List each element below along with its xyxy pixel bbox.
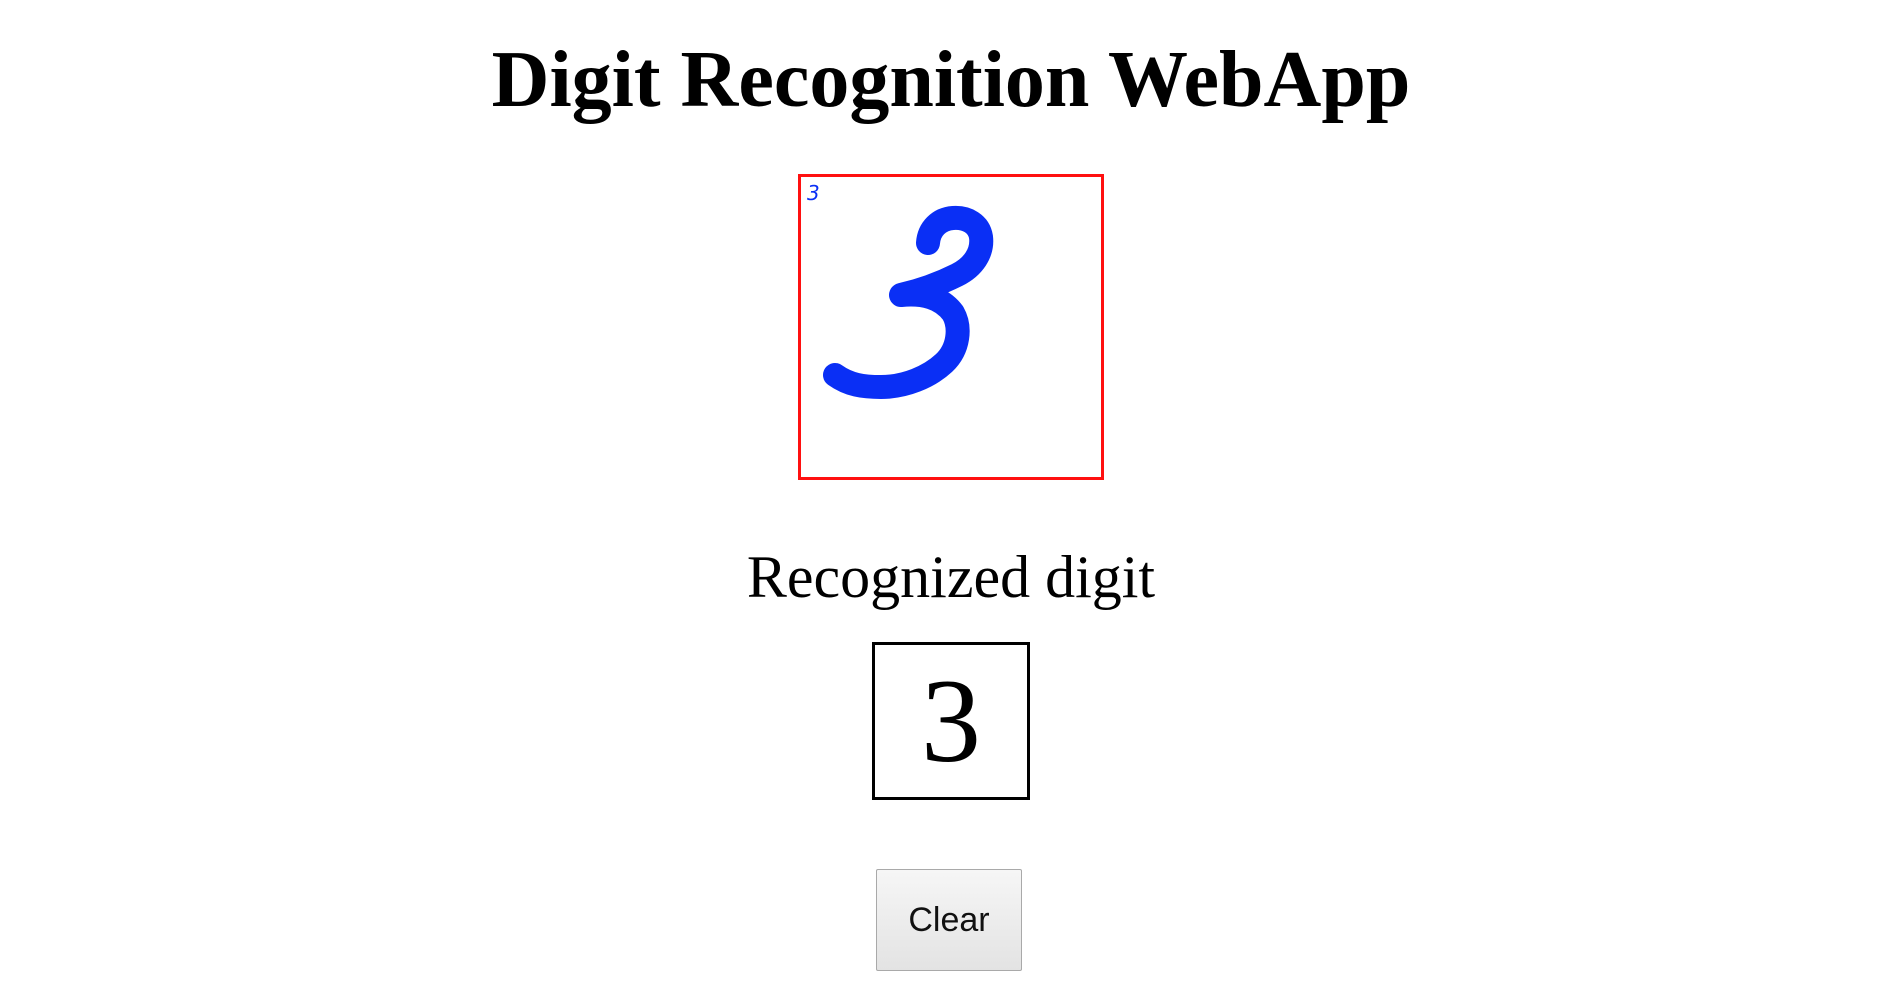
digit-recognition-page: Digit Recognition WebApp 3 Recognized di… bbox=[0, 0, 1902, 984]
page-title: Digit Recognition WebApp bbox=[491, 36, 1411, 124]
drawing-canvas[interactable]: 3 bbox=[798, 174, 1104, 480]
drawn-digit-stroke bbox=[823, 205, 994, 399]
recognized-digit-label: Recognized digit bbox=[746, 544, 1156, 610]
clear-button[interactable]: Clear bbox=[876, 869, 1022, 971]
recognized-digit-value: 3 bbox=[872, 642, 1030, 800]
